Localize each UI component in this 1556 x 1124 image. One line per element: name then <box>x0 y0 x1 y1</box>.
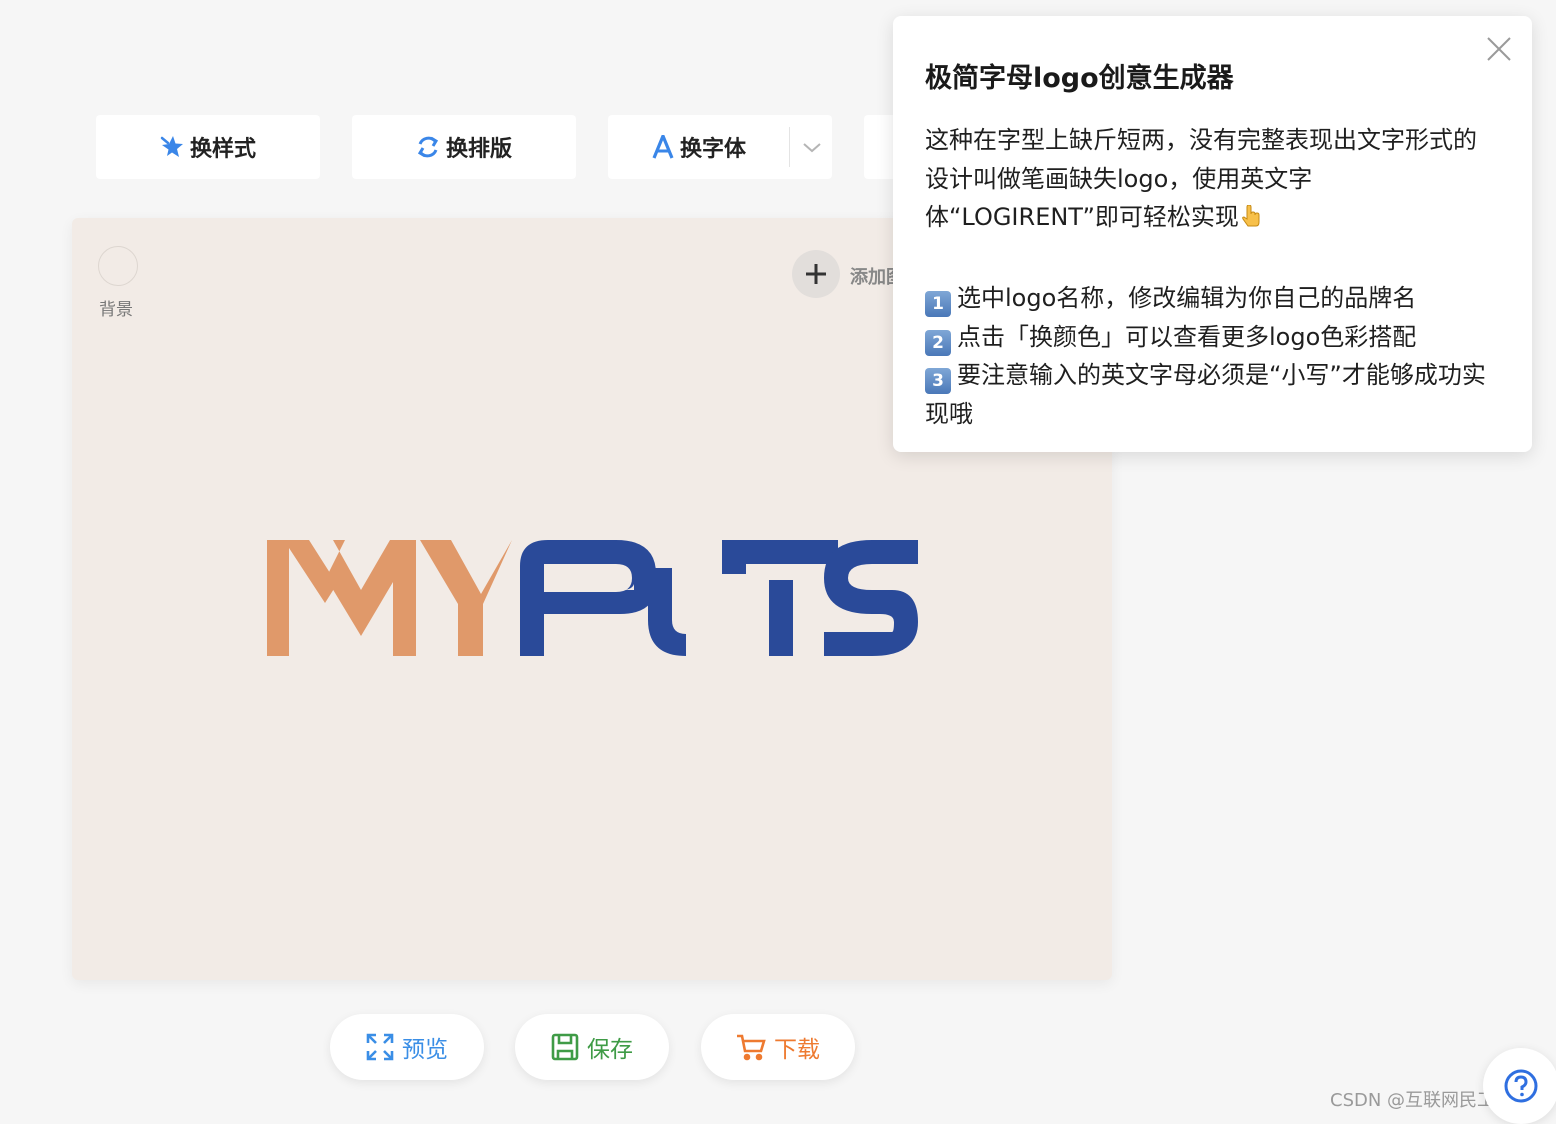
popover-intro: 这种在字型上缺斤短两，没有完整表现出文字形式的设计叫做笔画缺失logo，使用英文… <box>925 121 1500 241</box>
popover-step: 3 要注意输入的英文字母必须是“小写”才能够成功实现哦 <box>925 356 1500 433</box>
popover-step-text: 点击「换颜色」可以查看更多logo色彩搭配 <box>957 322 1417 351</box>
expand-icon <box>366 1033 394 1061</box>
popover-title: 极简字母logo创意生成器 <box>925 63 1234 94</box>
popover-step: 2 点击「换颜色」可以查看更多logo色彩搭配 <box>925 318 1500 357</box>
popover-step-text: 要注意输入的英文字母必须是“小写”才能够成功实现哦 <box>925 361 1486 428</box>
help-button[interactable] <box>1483 1048 1556 1124</box>
save-icon <box>551 1033 579 1061</box>
keycap-2-icon: 2 <box>925 329 951 356</box>
download-label: 下载 <box>774 1037 820 1063</box>
download-button[interactable]: 下载 <box>701 1014 855 1080</box>
preview-label: 预览 <box>402 1037 448 1063</box>
save-label: 保存 <box>587 1037 633 1063</box>
logo-puts <box>520 540 918 656</box>
logo-my <box>267 540 512 656</box>
popover-step-text: 选中logo名称，修改编辑为你自己的品牌名 <box>957 284 1417 312</box>
change-font-label: 换字体 <box>680 137 747 162</box>
popover-intro-text: 这种在字型上缺斤短两，没有完整表现出文字形式的设计叫做笔画缺失logo，使用英文… <box>925 126 1477 231</box>
pointing-down-hand-icon <box>1241 202 1261 241</box>
close-icon[interactable] <box>1486 36 1512 66</box>
save-button[interactable]: 保存 <box>515 1014 669 1080</box>
change-font-button[interactable]: 换字体 <box>608 115 832 179</box>
popover-spacer <box>925 241 1500 280</box>
popover-body: 这种在字型上缺斤短两，没有完整表现出文字形式的设计叫做笔画缺失logo，使用英文… <box>925 121 1500 433</box>
keycap-3-icon: 3 <box>925 368 951 394</box>
question-icon <box>1504 1069 1538 1103</box>
change-layout-button[interactable]: 换排版 <box>352 115 576 179</box>
font-a-icon <box>652 135 674 159</box>
popover-step: 1 选中logo名称，修改编辑为你自己的品牌名 <box>925 279 1500 318</box>
change-layout-label: 换排版 <box>445 137 512 162</box>
refresh-icon <box>416 134 440 160</box>
keycap-1-icon: 1 <box>925 291 951 317</box>
split-divider <box>789 127 790 167</box>
chevron-down-icon[interactable] <box>800 135 824 165</box>
cart-icon <box>736 1033 766 1061</box>
preview-button[interactable]: 预览 <box>330 1014 484 1080</box>
change-style-label: 换样式 <box>189 137 256 162</box>
sparkle-icon <box>160 135 184 159</box>
info-popover: 极简字母logo创意生成器 这种在字型上缺斤短两，没有完整表现出文字形式的设计叫… <box>893 16 1532 452</box>
change-style-button[interactable]: 换样式 <box>96 115 320 179</box>
